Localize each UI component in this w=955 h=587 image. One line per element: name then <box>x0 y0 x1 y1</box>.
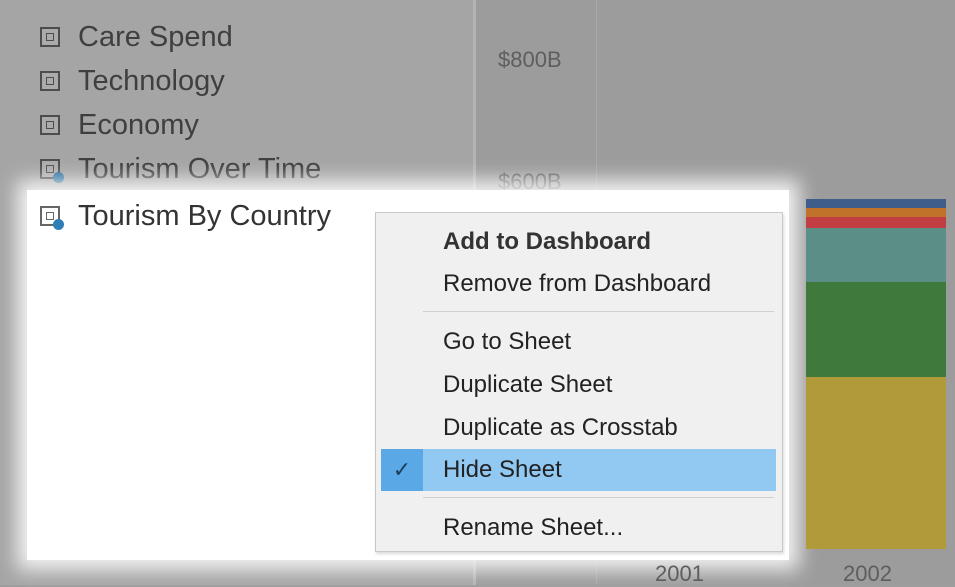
sheet-item-label: Tourism Over Time <box>78 152 322 185</box>
sheet-item-care-spend[interactable]: Care Spend <box>40 17 233 57</box>
menu-item-remove-from-dashboard[interactable]: Remove from Dashboard <box>376 263 782 305</box>
bar-segment[interactable] <box>806 217 946 228</box>
sheet-item-label: Technology <box>78 64 225 97</box>
checkmark-icon: ✓ <box>381 449 423 491</box>
check-badge-icon <box>53 219 64 230</box>
bar-segment[interactable] <box>806 377 946 549</box>
bar-segment[interactable] <box>806 282 946 377</box>
bar-segment[interactable] <box>806 228 946 282</box>
sheet-item-tourism-over-time[interactable]: Tourism Over Time <box>40 149 321 189</box>
check-badge-icon <box>53 172 64 183</box>
sheet-item-label: Economy <box>78 108 199 141</box>
x-tick-label: 2002 <box>843 561 892 586</box>
menu-item-duplicate-as-crosstab[interactable]: Duplicate as Crosstab <box>376 407 782 449</box>
menu-item-go-to-sheet[interactable]: Go to Sheet <box>376 321 782 363</box>
bar-segment[interactable] <box>806 208 946 217</box>
sheet-item-label: Tourism By Country <box>78 199 332 232</box>
context-menu: Add to Dashboard Remove from Dashboard G… <box>375 212 783 552</box>
sheet-icon <box>40 115 60 135</box>
menu-separator <box>423 311 774 312</box>
sheet-used-icon <box>40 159 64 183</box>
bar-segment[interactable] <box>806 199 946 208</box>
menu-item-hide-sheet[interactable]: ✓ Hide Sheet <box>381 449 776 491</box>
menu-item-label: Hide Sheet <box>443 456 562 483</box>
menu-item-duplicate-sheet[interactable]: Duplicate Sheet <box>376 364 782 406</box>
sheet-icon <box>40 71 60 91</box>
sheet-item-label: Care Spend <box>78 20 233 53</box>
sheet-item-technology[interactable]: Technology <box>40 61 225 101</box>
sheet-icon <box>40 27 60 47</box>
menu-separator <box>423 497 774 498</box>
menu-item-add-to-dashboard[interactable]: Add to Dashboard <box>376 221 782 263</box>
x-tick-label: 2001 <box>655 561 704 586</box>
menu-item-rename-sheet[interactable]: Rename Sheet... <box>376 507 782 549</box>
sheet-used-icon <box>40 206 64 230</box>
y-tick-label: $800B <box>498 47 562 72</box>
sheet-item-tourism-by-country[interactable]: Tourism By Country <box>40 196 331 236</box>
sheet-item-economy[interactable]: Economy <box>40 105 199 145</box>
